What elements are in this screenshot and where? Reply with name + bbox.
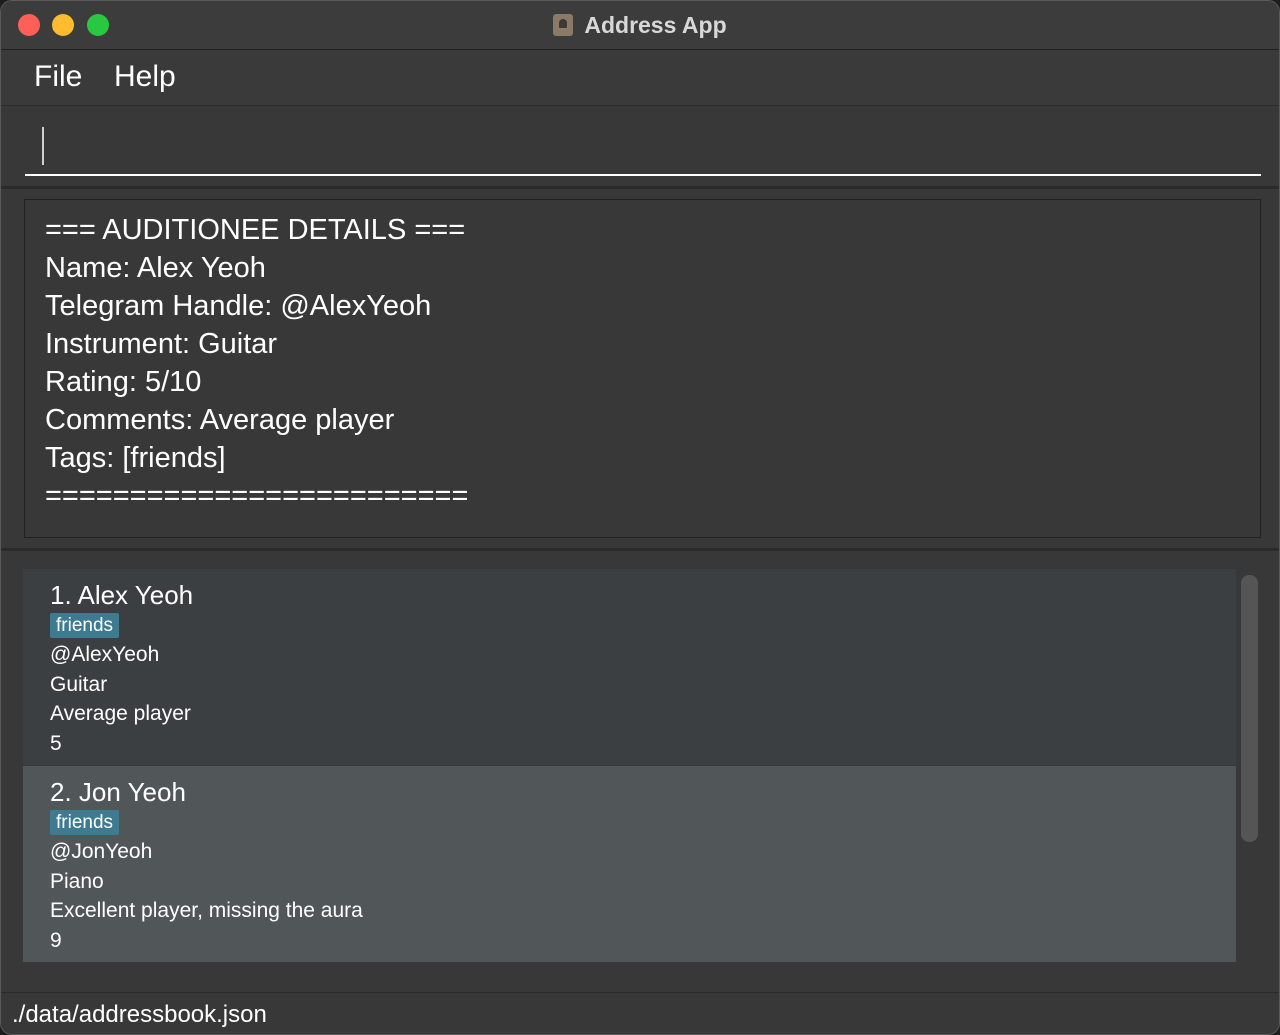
person-instrument: Guitar [50, 672, 108, 696]
command-input[interactable] [25, 116, 1261, 176]
result-line: === AUDITIONEE DETAILS === [45, 214, 466, 246]
person-handle: @JonYeoh [50, 840, 153, 863]
menu-help[interactable]: Help [114, 60, 176, 94]
scrollbar-thumb[interactable] [1241, 575, 1258, 842]
title-bar: Address App [1, 1, 1279, 50]
person-name: 1. Alex Yeoh [50, 580, 194, 610]
window-title: Address App [584, 11, 727, 38]
person-list-panel: 1. Alex Yeoh friends @AlexYeoh Guitar Av… [1, 551, 1279, 991]
result-line: ========================= [45, 480, 469, 512]
app-window: Address App File Help === AUDITIONEE DET… [0, 0, 1280, 1035]
person-name: 2. Jon Yeoh [50, 777, 186, 807]
result-line: Instrument: Guitar [45, 328, 278, 360]
title-wrap: Address App [1, 1, 1279, 49]
person-handle: @AlexYeoh [50, 643, 160, 666]
result-line: Name: Alex Yeoh [45, 252, 266, 284]
save-location: ./data/addressbook.json [12, 1001, 267, 1028]
person-rating: 5 [50, 731, 62, 755]
person-rating: 9 [50, 928, 62, 952]
menu-file[interactable]: File [34, 60, 82, 94]
address-book-icon [553, 14, 574, 36]
menu-bar: File Help [1, 50, 1279, 106]
result-line: Tags: [friends] [45, 442, 226, 474]
text-caret [42, 127, 44, 165]
result-display: === AUDITIONEE DETAILS === Name: Alex Ye… [24, 199, 1261, 538]
result-line: Comments: Average player [45, 404, 395, 436]
result-line: Rating: 5/10 [45, 366, 202, 398]
person-instrument: Piano [50, 869, 104, 893]
command-area [1, 106, 1279, 186]
person-card[interactable]: 2. Jon Yeoh friends @JonYeoh Piano Excel… [23, 766, 1236, 962]
status-bar: ./data/addressbook.json [1, 992, 1279, 1034]
result-area: === AUDITIONEE DETAILS === Name: Alex Ye… [1, 189, 1279, 549]
result-line: Telegram Handle: @AlexYeoh [45, 290, 432, 322]
tag-badge: friends [50, 613, 120, 638]
person-comment: Excellent player, missing the aura [50, 899, 363, 922]
person-card[interactable]: 1. Alex Yeoh friends @AlexYeoh Guitar Av… [23, 569, 1236, 765]
tag-badge: friends [50, 810, 120, 835]
person-list[interactable]: 1. Alex Yeoh friends @AlexYeoh Guitar Av… [23, 569, 1236, 973]
person-comment: Average player [50, 702, 191, 725]
